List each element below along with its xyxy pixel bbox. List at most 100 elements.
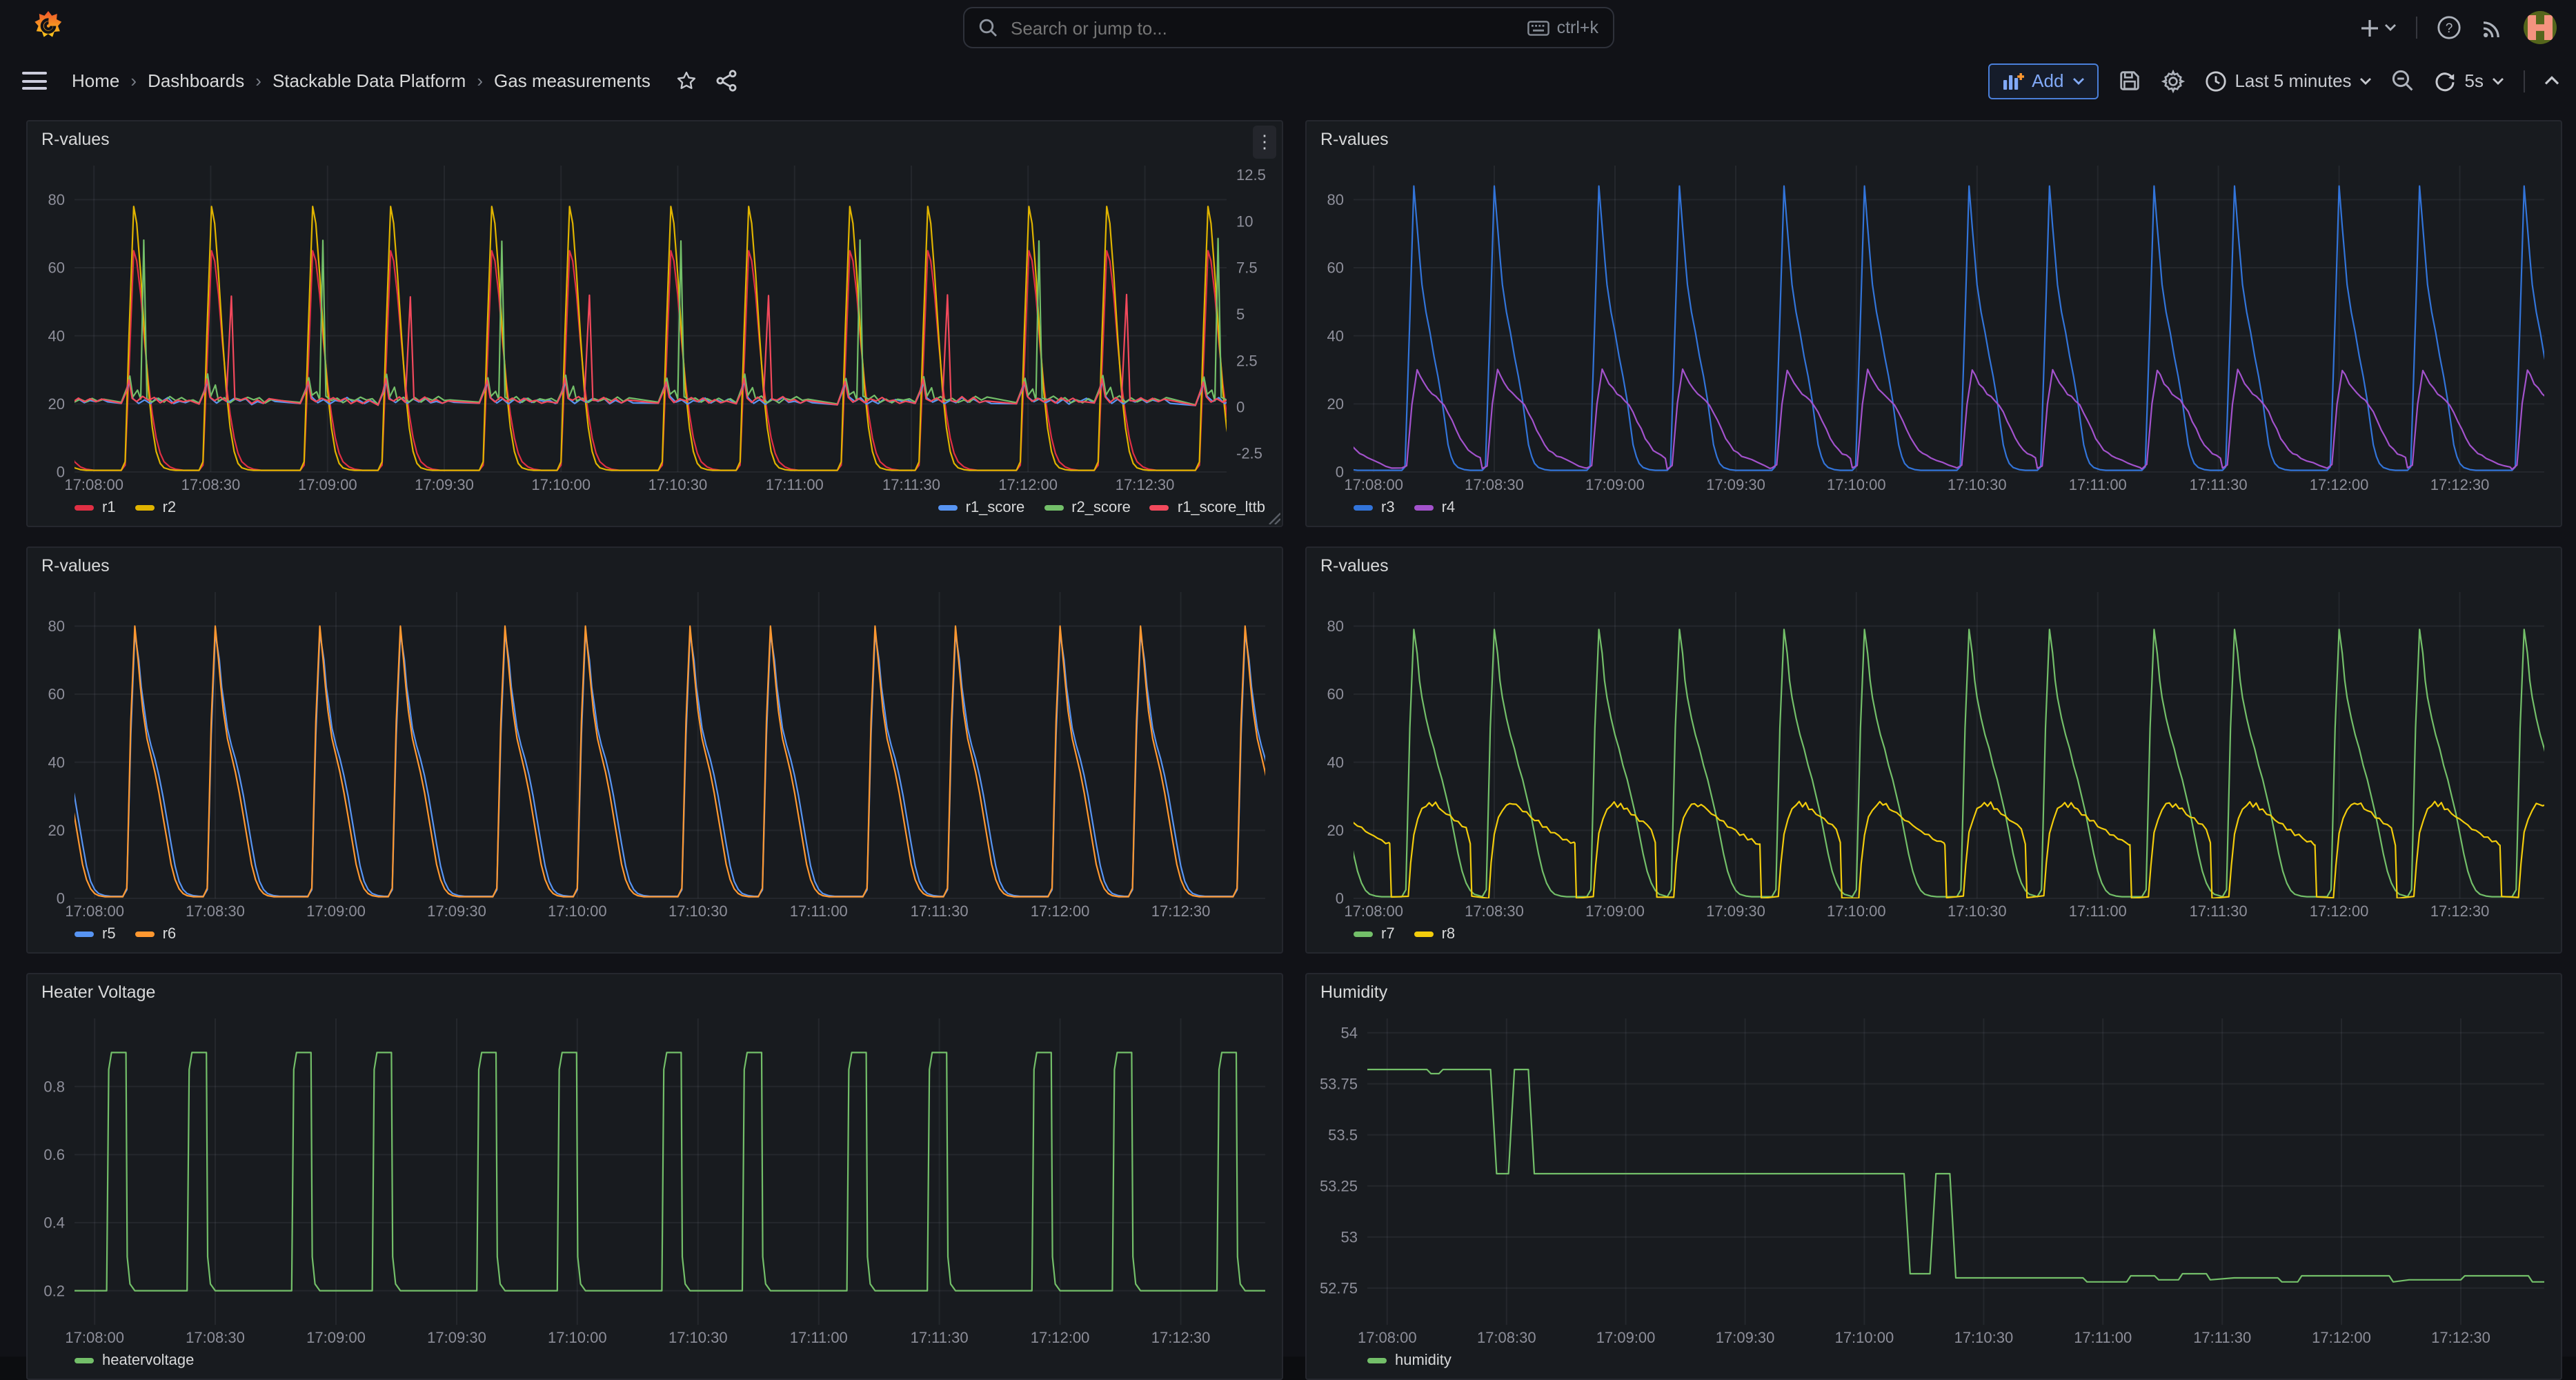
- svg-text:10: 10: [1236, 213, 1253, 230]
- panel-header[interactable]: R-values: [28, 548, 1282, 584]
- svg-text:17:10:30: 17:10:30: [668, 1329, 728, 1346]
- panel-header[interactable]: R-values: [1307, 121, 2561, 157]
- top-nav-bar: ctrl+k ?: [0, 0, 2576, 55]
- svg-text:17:11:30: 17:11:30: [2190, 476, 2248, 493]
- legend-group-left: r5 r6: [75, 926, 176, 943]
- svg-text:40: 40: [1327, 327, 1344, 344]
- panel-header[interactable]: Heater Voltage: [28, 974, 1282, 1010]
- share-icon[interactable]: [715, 69, 739, 92]
- grafana-logo-icon[interactable]: [30, 10, 66, 46]
- dashboard-settings-gear-icon[interactable]: [2160, 68, 2185, 93]
- svg-text:17:11:30: 17:11:30: [882, 476, 940, 493]
- svg-text:17:12:30: 17:12:30: [1116, 476, 1175, 493]
- dashboard-panel: Humidity 17:08:0017:08:3017:09:0017:09:3…: [1305, 973, 2562, 1380]
- timeseries-chart[interactable]: 17:08:0017:08:3017:09:0017:09:3017:10:00…: [28, 157, 1282, 497]
- timeseries-chart[interactable]: 17:08:0017:08:3017:09:0017:09:3017:10:00…: [1307, 157, 2561, 497]
- series-color-swatch: [135, 505, 155, 511]
- user-avatar[interactable]: [2524, 11, 2557, 44]
- help-icon[interactable]: ?: [2437, 15, 2461, 40]
- grafana-app: ctrl+k ? Home›Dashboards›Stackable Data …: [0, 0, 2576, 1357]
- new-plus-button[interactable]: [2359, 17, 2397, 38]
- divider: [2524, 70, 2525, 92]
- breadcrumb-item[interactable]: Dashboards: [148, 70, 244, 91]
- panel-header[interactable]: Humidity: [1307, 974, 2561, 1010]
- legend-group-left: r1 r2: [75, 500, 176, 516]
- svg-text:17:08:00: 17:08:00: [1358, 1329, 1417, 1346]
- panel-resize-handle[interactable]: [1267, 511, 1280, 524]
- svg-text:17:11:00: 17:11:00: [790, 1329, 848, 1346]
- svg-text:52.75: 52.75: [1320, 1280, 1358, 1297]
- breadcrumb-item[interactable]: Gas measurements: [494, 70, 651, 91]
- favorite-star-icon[interactable]: [675, 69, 699, 92]
- legend-item[interactable]: r6: [135, 926, 177, 943]
- legend-item[interactable]: humidity: [1367, 1352, 1452, 1369]
- dashboard-panel: R-values 17:08:0017:08:3017:09:0017:09:3…: [26, 546, 1283, 954]
- legend-item[interactable]: r5: [75, 926, 116, 943]
- legend-item[interactable]: r7: [1354, 926, 1395, 943]
- breadcrumb-item[interactable]: Home: [72, 70, 119, 91]
- series-color-swatch: [1367, 1358, 1387, 1363]
- svg-text:0: 0: [1336, 890, 1344, 907]
- panel-menu-kebab-icon[interactable]: ⋮: [1253, 126, 1276, 159]
- svg-text:17:10:00: 17:10:00: [548, 1329, 607, 1346]
- panel-header[interactable]: R-values: [28, 121, 1282, 157]
- legend-group-left: heatervoltage: [75, 1352, 194, 1369]
- svg-text:17:10:00: 17:10:00: [548, 903, 607, 920]
- svg-text:2.5: 2.5: [1236, 352, 1258, 369]
- chevron-down-icon: [2492, 77, 2504, 85]
- breadcrumb-item[interactable]: Stackable Data Platform: [273, 70, 466, 91]
- series-color-swatch: [75, 931, 94, 937]
- series-color-swatch: [1354, 931, 1373, 937]
- legend-item[interactable]: r1_score: [938, 500, 1025, 516]
- timeseries-chart[interactable]: 17:08:0017:08:3017:09:0017:09:3017:10:00…: [1307, 1010, 2561, 1350]
- legend-item[interactable]: r2_score: [1044, 500, 1131, 516]
- svg-text:0: 0: [57, 890, 65, 907]
- svg-text:17:12:30: 17:12:30: [1151, 1329, 1211, 1346]
- dashboard-panel: R-values 17:08:0017:08:3017:09:0017:09:3…: [26, 120, 1283, 527]
- svg-text:54: 54: [1341, 1025, 1358, 1042]
- panel-legend: r7 r8: [1307, 923, 2561, 952]
- panel-title: R-values: [41, 556, 110, 575]
- series-label: r7: [1381, 926, 1395, 943]
- svg-text:53.5: 53.5: [1328, 1127, 1358, 1144]
- svg-text:17:09:00: 17:09:00: [306, 903, 366, 920]
- global-search-input[interactable]: ctrl+k: [962, 7, 1614, 48]
- svg-text:80: 80: [1327, 191, 1344, 208]
- zoom-out-icon[interactable]: [2392, 69, 2415, 92]
- refresh-picker[interactable]: 5s: [2435, 70, 2504, 92]
- search-input[interactable]: [1008, 16, 1517, 39]
- legend-item[interactable]: r1_score_lttb: [1150, 500, 1265, 516]
- svg-text:17:10:30: 17:10:30: [668, 903, 728, 920]
- collapse-toolbar-chevron-up-icon[interactable]: [2544, 76, 2559, 86]
- svg-text:17:10:00: 17:10:00: [1827, 903, 1886, 920]
- svg-text:17:08:00: 17:08:00: [65, 903, 124, 920]
- time-range-picker[interactable]: Last 5 minutes: [2204, 70, 2372, 92]
- svg-text:5: 5: [1236, 306, 1245, 323]
- save-dashboard-icon[interactable]: [2117, 69, 2141, 92]
- news-rss-icon[interactable]: [2481, 16, 2504, 39]
- dashboard-panel: Heater Voltage 17:08:0017:08:3017:09:001…: [26, 973, 1283, 1380]
- svg-text:17:08:00: 17:08:00: [1344, 903, 1403, 920]
- legend-item[interactable]: heatervoltage: [75, 1352, 194, 1369]
- timeseries-chart[interactable]: 17:08:0017:08:3017:09:0017:09:3017:10:00…: [28, 584, 1282, 923]
- timeseries-chart[interactable]: 17:08:0017:08:3017:09:0017:09:3017:10:00…: [28, 1010, 1282, 1350]
- svg-text:12.5: 12.5: [1236, 166, 1266, 184]
- legend-item[interactable]: r4: [1414, 500, 1456, 516]
- legend-item[interactable]: r3: [1354, 500, 1395, 516]
- legend-item[interactable]: r1: [75, 500, 116, 516]
- svg-text:17:08:30: 17:08:30: [181, 476, 241, 493]
- svg-text:17:11:00: 17:11:00: [790, 903, 848, 920]
- add-panel-button[interactable]: Add: [1988, 63, 2098, 99]
- menu-toggle-icon[interactable]: [19, 66, 50, 96]
- legend-item[interactable]: r2: [135, 500, 177, 516]
- panel-title: Humidity: [1320, 983, 1387, 1002]
- svg-text:17:12:00: 17:12:00: [2310, 903, 2369, 920]
- timeseries-chart[interactable]: 17:08:0017:08:3017:09:0017:09:3017:10:00…: [1307, 584, 2561, 923]
- svg-text:17:09:00: 17:09:00: [1585, 903, 1645, 920]
- legend-item[interactable]: r8: [1414, 926, 1456, 943]
- svg-text:17:10:30: 17:10:30: [1954, 1329, 2014, 1346]
- svg-text:17:10:00: 17:10:00: [1835, 1329, 1894, 1346]
- svg-text:40: 40: [48, 753, 65, 771]
- series-color-swatch: [938, 505, 958, 511]
- panel-header[interactable]: R-values: [1307, 548, 2561, 584]
